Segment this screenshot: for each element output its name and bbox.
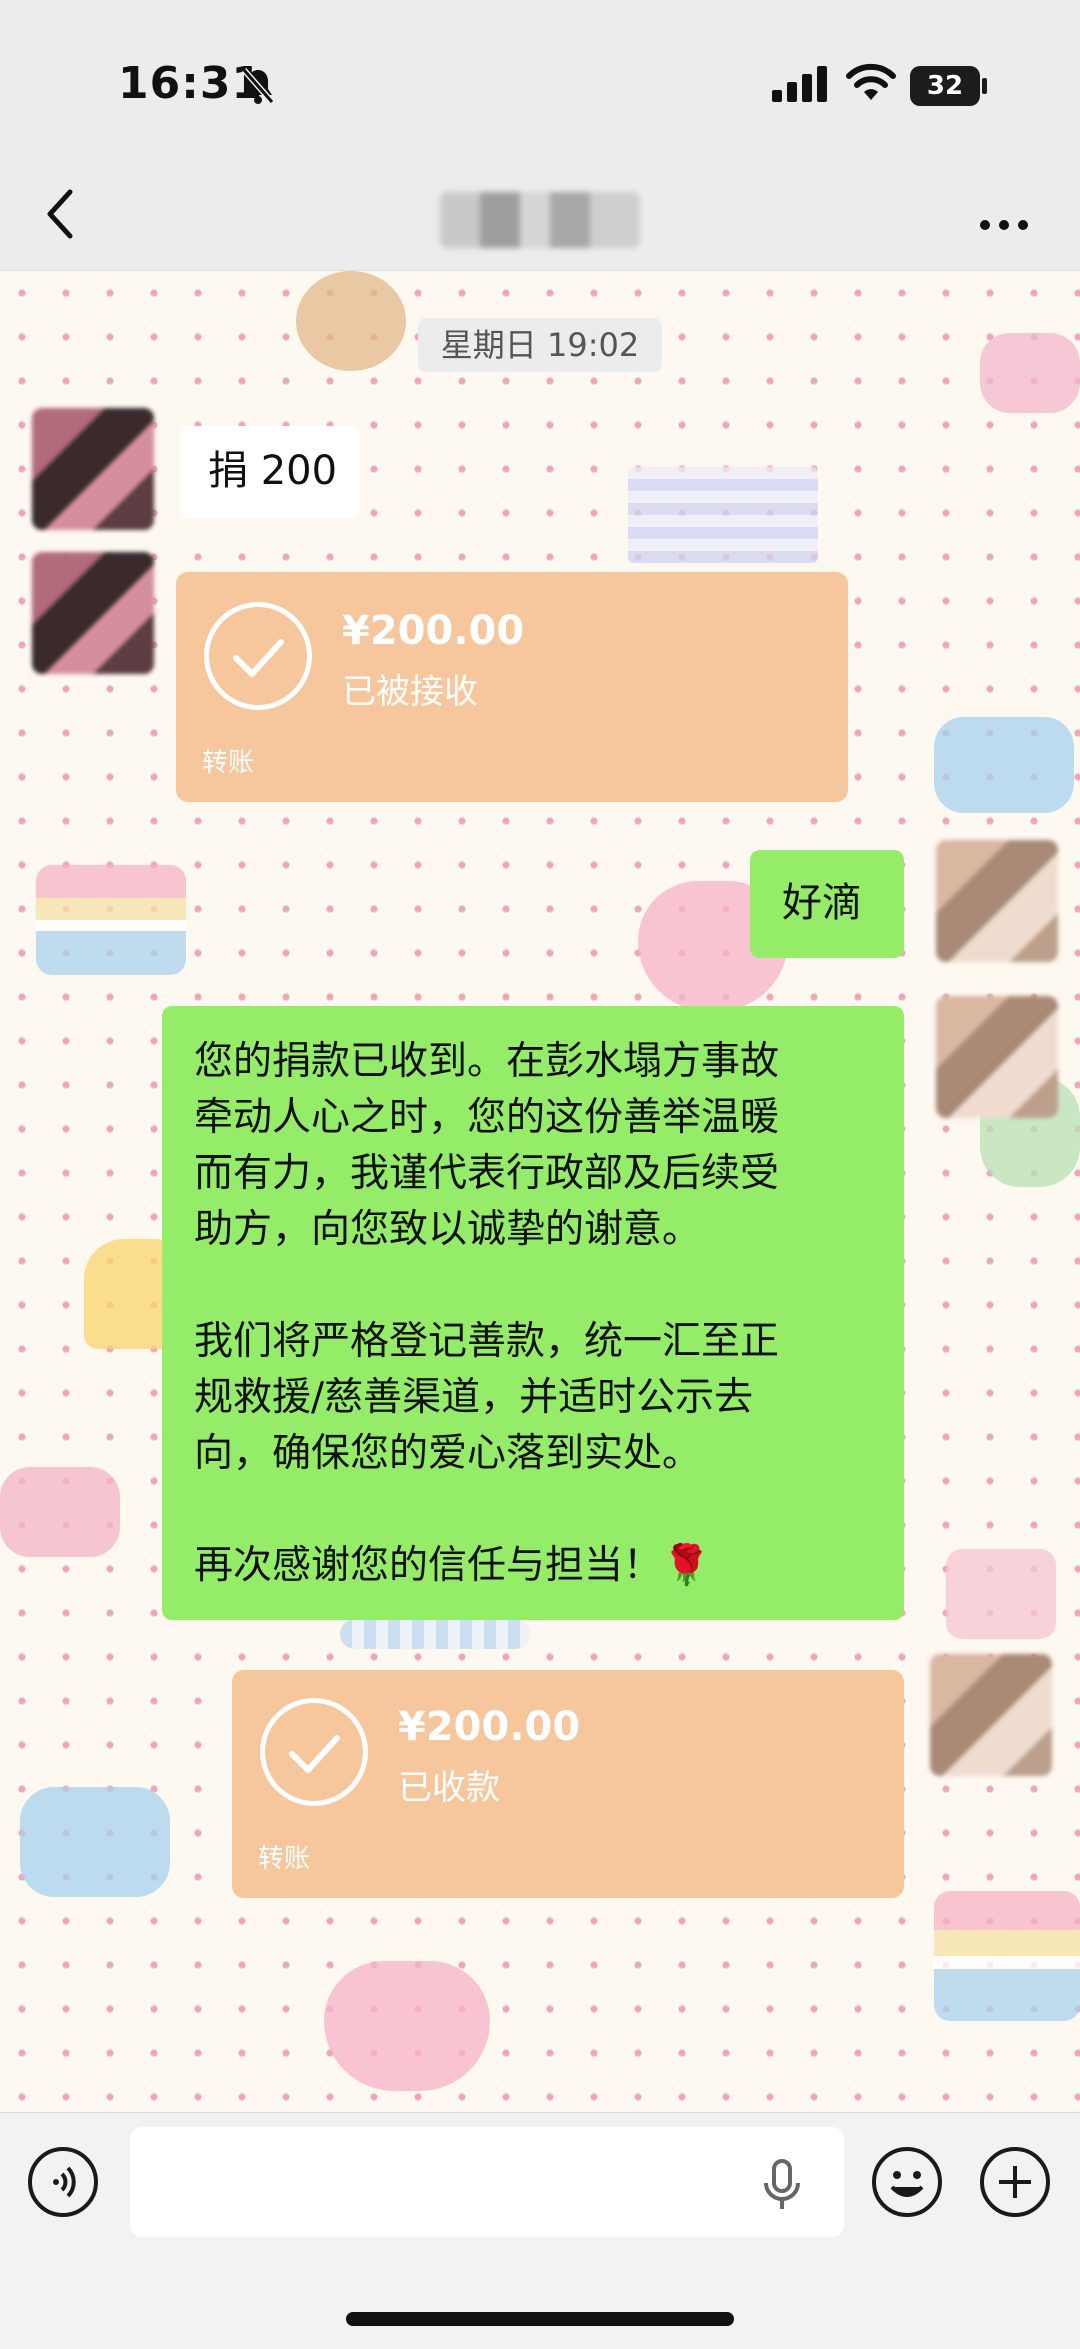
sticker-ribbon <box>980 333 1080 413</box>
chat-title-blurred <box>440 192 640 248</box>
message-bubble-right[interactable]: 您的捐款已收到。在彭水塌方事故 牵动人心之时，您的这份善举温暖 而有力，我谨代表… <box>162 1006 904 1620</box>
message-timestamp: 星期日 19:02 <box>418 318 662 372</box>
transfer-status: 已被接收 <box>342 672 478 712</box>
transfer-card-received[interactable]: ¥200.00 已被接收 转账 <box>176 572 848 802</box>
message-line: 再次感谢您的信任与担当！🌹 <box>194 1538 779 1594</box>
transfer-label: 转账 <box>202 748 255 778</box>
message-line: 规救援/慈善渠道，并适时公示去 <box>194 1375 754 1420</box>
transfer-amount: ¥200.00 <box>398 1704 581 1750</box>
message-bubble-left[interactable]: 捐 200 <box>180 426 360 518</box>
message-closing: 再次感谢您的信任与担当！ <box>194 1543 663 1588</box>
avatar-self[interactable] <box>936 996 1058 1118</box>
message-line: 向，确保您的爱心落到实处。 <box>194 1431 702 1476</box>
sticker-cake <box>36 865 186 975</box>
message-line: 助方，向您致以诚挚的谢意。 <box>194 1207 702 1252</box>
transfer-status: 已收款 <box>398 1768 500 1808</box>
sticker-plaid-strip <box>340 1619 530 1649</box>
avatar-self[interactable] <box>930 1654 1052 1776</box>
status-bar: 16:31 32 <box>0 0 1080 170</box>
transfer-amount: ¥200.00 <box>342 608 525 654</box>
sticker-cookie <box>296 271 406 371</box>
emoji-icon[interactable] <box>872 2147 942 2217</box>
check-circle-icon <box>204 602 312 710</box>
sticker-love-heart-2 <box>324 1961 490 2091</box>
avatar-self[interactable] <box>936 840 1058 962</box>
transfer-label: 转账 <box>258 1844 311 1874</box>
sticker-gingham <box>628 467 818 563</box>
message-text: 好滴 <box>782 880 862 926</box>
mic-icon[interactable] <box>762 2159 802 2215</box>
message-line: 而有力，我谨代表行政部及后续受 <box>194 1151 780 1196</box>
message-line: 我们将严格登记善款，统一汇至正 <box>194 1319 780 1364</box>
chat-header <box>0 170 1080 271</box>
message-line: 牵动人心之时，您的这份善举温暖 <box>194 1095 780 1140</box>
message-paragraph: 您的捐款已收到。在彭水塌方事故 牵动人心之时，您的这份善举温暖 而有力，我谨代表… <box>194 1034 779 1594</box>
rose-emoji: 🌹 <box>662 1543 711 1588</box>
wifi-icon <box>844 60 898 108</box>
sticker-dream-pillow <box>934 717 1074 813</box>
home-indicator <box>346 2312 734 2326</box>
battery-indicator: 32 <box>910 66 980 106</box>
battery-tip <box>982 78 987 94</box>
cellular-signal-icon <box>772 66 828 106</box>
check-circle-icon <box>260 1698 368 1806</box>
sticker-ribbon-left <box>0 1467 120 1557</box>
chevron-left-icon[interactable] <box>40 184 80 244</box>
message-bubble-right[interactable]: 好滴 <box>750 850 904 958</box>
message-line: 您的捐款已收到。在彭水塌方事故 <box>194 1039 780 1084</box>
voice-icon[interactable] <box>28 2147 98 2217</box>
sticker-dream-pillow-2 <box>20 1787 170 1897</box>
message-text: 捐 200 <box>208 448 338 494</box>
transfer-card-collected[interactable]: ¥200.00 已收款 转账 <box>232 1670 904 1898</box>
silent-bell-icon <box>240 66 276 110</box>
more-dots-icon[interactable] <box>978 206 1030 232</box>
plus-icon[interactable] <box>980 2147 1050 2217</box>
sticker-cake-2 <box>934 1891 1080 2021</box>
avatar-contact[interactable] <box>32 552 154 674</box>
sticker-mug <box>946 1549 1056 1639</box>
message-input[interactable] <box>130 2127 844 2237</box>
avatar-contact[interactable] <box>32 408 154 530</box>
